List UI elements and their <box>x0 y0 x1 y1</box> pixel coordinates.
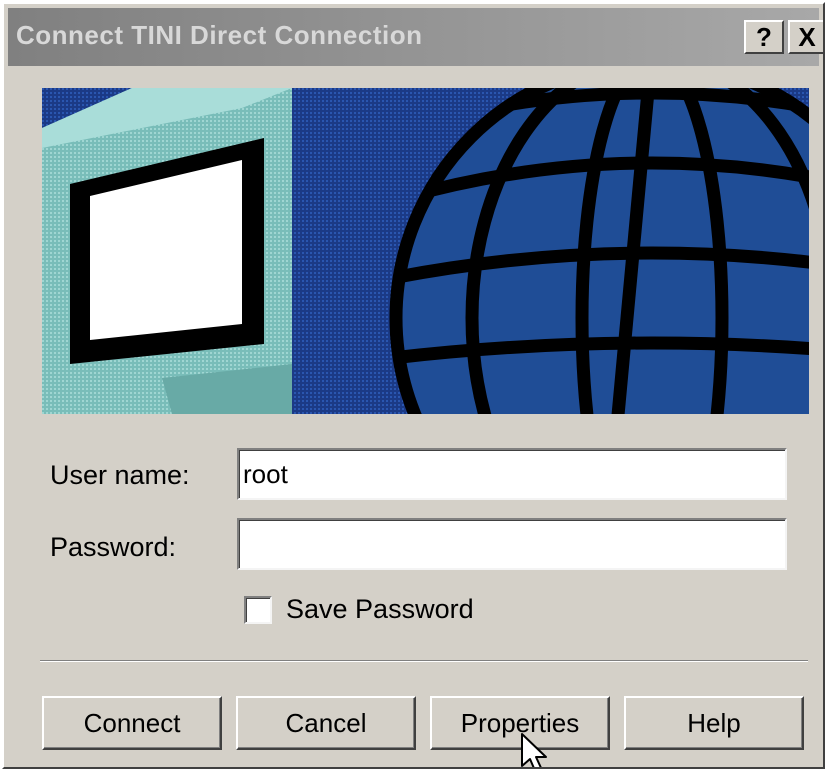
help-button[interactable]: Help <box>624 696 804 750</box>
monitor-icon <box>42 88 292 414</box>
divider <box>40 660 808 662</box>
dialog-window: Connect TINI Direct Connection ? X User … <box>2 2 825 769</box>
password-label: Password: <box>50 532 177 562</box>
username-input[interactable] <box>239 450 785 498</box>
cancel-button[interactable]: Cancel <box>236 696 416 750</box>
help-title-button[interactable]: ? <box>744 20 784 54</box>
save-password-checkbox[interactable] <box>244 596 272 624</box>
save-password-label[interactable]: Save Password <box>286 594 474 625</box>
connect-button[interactable]: Connect <box>42 696 222 750</box>
password-input[interactable] <box>239 520 785 568</box>
window-title: Connect TINI Direct Connection <box>16 20 423 50</box>
title-bar[interactable]: Connect TINI Direct Connection ? X <box>8 8 823 66</box>
username-field[interactable] <box>237 448 787 500</box>
close-button[interactable]: X <box>788 20 823 54</box>
password-field[interactable] <box>237 518 787 570</box>
username-label: User name: <box>50 460 190 490</box>
connection-banner <box>42 88 809 414</box>
mouse-pointer-icon <box>521 733 547 767</box>
